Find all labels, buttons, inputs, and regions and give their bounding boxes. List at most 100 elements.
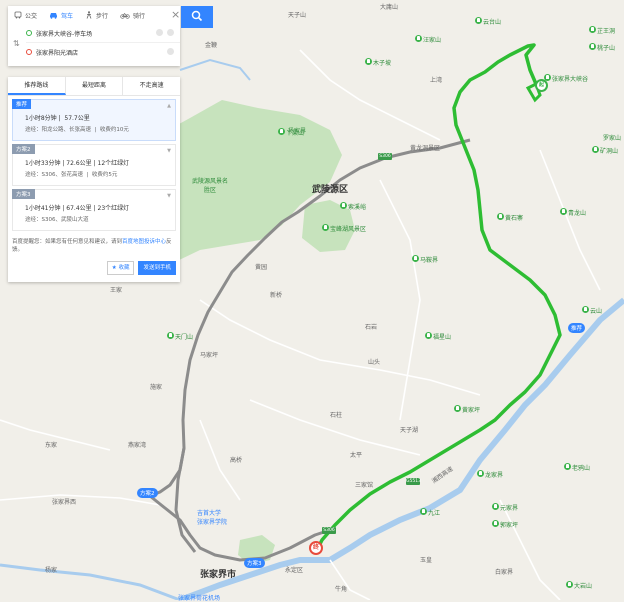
route-actions: ★ 收藏 发送到手机: [103, 261, 176, 275]
favorite-button[interactable]: ★ 收藏: [106, 261, 135, 275]
label-jiujiang: 九江: [428, 510, 441, 517]
label-dongjia: 东家: [45, 442, 58, 449]
label-yongding: 永定区: [285, 567, 304, 574]
origin-field[interactable]: 张家界大峡谷-停车场: [26, 24, 180, 43]
mode-label: 驾车: [61, 12, 74, 20]
poi-icon: [564, 463, 571, 470]
poi-icon: [365, 58, 372, 65]
poi-icon: [475, 17, 482, 24]
search-button[interactable]: [181, 6, 213, 28]
recommend-route-badge[interactable]: 推荐: [568, 323, 586, 333]
label-zhangjiajie-city: 张家界市: [200, 570, 237, 580]
origin-dot-icon: [26, 30, 32, 36]
mode-car[interactable]: 驾车: [49, 11, 73, 20]
plan-tag: 方案2: [12, 144, 35, 154]
send-to-phone-button[interactable]: 发送到手机: [138, 261, 176, 275]
start-marker[interactable]: 起: [535, 79, 548, 92]
bus-icon: [14, 11, 22, 19]
poi-icon: [415, 35, 422, 42]
bike-icon: [120, 12, 130, 19]
origin-actions: [152, 29, 174, 36]
label-suoxiyu: 索溪峪: [348, 204, 367, 211]
label-luojiashan: 罗家山: [603, 135, 622, 142]
label-jinbian: 金鞭: [205, 42, 218, 49]
mode-bus[interactable]: 公交: [14, 11, 37, 20]
mode-walk[interactable]: 步行: [85, 11, 108, 20]
label-tianzishan: 天子山: [288, 12, 307, 19]
label-grand-canyon: 张家界大峡谷: [552, 76, 589, 83]
plan-summary: 1小时8分钟 | 57.7公里: [25, 115, 90, 122]
poi-icon: [492, 503, 499, 510]
tab-recommended[interactable]: 推荐路线: [8, 77, 66, 95]
poi-icon: [425, 332, 432, 339]
label-wulingyuan-district: 武陵源区: [312, 185, 349, 195]
plan2-route-badge[interactable]: 方案2: [137, 488, 158, 498]
route-plan-1[interactable]: 推荐 ▲ 1小时8分钟 | 57.7公里 途经：阳龙公路、长张高速 | 收费约1…: [12, 99, 176, 141]
add-waypoint-icon[interactable]: [167, 29, 174, 36]
poi-icon: [566, 581, 573, 588]
label-tianzihu: 天子湖: [400, 427, 419, 434]
route-search-panel: 公交 驾车 步行 骑行 × ⇅ 张家界大峡谷-停车场 张家界阳光酒店: [8, 6, 180, 66]
label-longjiajie: 龙家界: [485, 472, 504, 479]
plan-summary: 1小时33分钟 | 72.6公里 | 12个红绿灯: [25, 160, 130, 167]
label-yanjiawan: 燕家湾: [128, 442, 147, 449]
route-plan-2[interactable]: 方案2 ▼ 1小时33分钟 | 72.6公里 | 12个红绿灯 途经：S306、…: [12, 144, 176, 186]
label-huanglongdong: 黄龙洞景区: [410, 145, 441, 152]
destination-field[interactable]: 张家界阳光酒店: [26, 43, 180, 61]
destination-dot-icon: [26, 49, 32, 55]
label-yunshan: 云山: [590, 308, 603, 315]
expand-icon[interactable]: ▼: [167, 193, 171, 199]
plan3-route-badge[interactable]: 方案3: [244, 558, 265, 568]
label-maanjie: 马鞍界: [420, 257, 439, 264]
label-niujiao: 牛角: [335, 586, 348, 593]
plan-tag: 推荐: [12, 99, 32, 109]
close-icon[interactable]: ×: [171, 9, 180, 20]
label-baofenghu-scenic: 宝峰湖风景区: [330, 226, 367, 233]
label-dayongshan: 大庸山: [380, 4, 399, 11]
walk-icon: [86, 11, 92, 19]
origin-text[interactable]: 张家界大峡谷-停车场: [36, 29, 92, 38]
poi-icon: [420, 508, 427, 515]
label-shangwan: 上湾: [430, 77, 443, 84]
poi-icon: [477, 470, 484, 477]
poi-icon: [454, 405, 461, 412]
route-plan-3[interactable]: 方案3 ▼ 1小时41分钟 | 67.4公里 | 23个红绿灯 途经：S306、…: [12, 189, 176, 231]
end-marker[interactable]: 终: [309, 541, 323, 555]
label-dayanshan: 大岩山: [574, 583, 593, 590]
label-taiping: 太平: [350, 452, 363, 459]
swap-icon[interactable]: ⇅: [13, 39, 20, 48]
poi-icon: [589, 26, 596, 33]
mode-label: 骑行: [133, 12, 146, 20]
complaint-link[interactable]: 百度地图投诉中心: [122, 239, 166, 245]
label-zhiwangdong: 芷王洞: [597, 28, 616, 35]
clear-icon[interactable]: [156, 29, 163, 36]
expand-icon[interactable]: ▼: [167, 148, 171, 154]
plan-via: 途经：阳龙公路、长张高速 | 收费约10元: [25, 127, 129, 133]
poi-icon: [412, 255, 419, 262]
label-wangjia: 王家: [110, 287, 123, 294]
clear-icon[interactable]: [167, 48, 174, 55]
label-majiaping: 马家坪: [200, 352, 219, 359]
poi-icon: [167, 332, 174, 339]
label-xinqiao: 新桥: [270, 292, 283, 299]
label-shijia: 施家: [150, 384, 163, 391]
mode-label: 公交: [25, 12, 38, 20]
label-yuhuang: 玉皇: [420, 557, 433, 564]
label-qinglongshan: 青龙山: [568, 210, 587, 217]
plan-summary: 1小时41分钟 | 67.4公里 | 23个红绿灯: [25, 205, 130, 212]
collapse-icon[interactable]: ▲: [167, 103, 171, 109]
label-taozishan: 桃子山: [597, 45, 616, 52]
tab-shortest[interactable]: 最短距离: [66, 77, 124, 95]
feedback-tip: 百度提醒您：如果您有任何意见和建议，请到百度地图投诉中心反馈。: [12, 239, 172, 253]
mode-bike[interactable]: 骑行: [120, 11, 145, 20]
destination-actions: [163, 48, 174, 55]
label-huangjiaping: 黄家坪: [462, 407, 481, 414]
poi-icon: [592, 146, 599, 153]
tab-no-highway[interactable]: 不走高速: [123, 77, 180, 95]
label-yaliangshan: 丫梁山: [286, 130, 305, 137]
car-icon: [50, 13, 58, 19]
destination-text[interactable]: 张家界阳光酒店: [36, 48, 78, 57]
poi-icon: [322, 224, 329, 231]
poi-icon: [560, 208, 567, 215]
mode-label: 步行: [96, 12, 109, 20]
